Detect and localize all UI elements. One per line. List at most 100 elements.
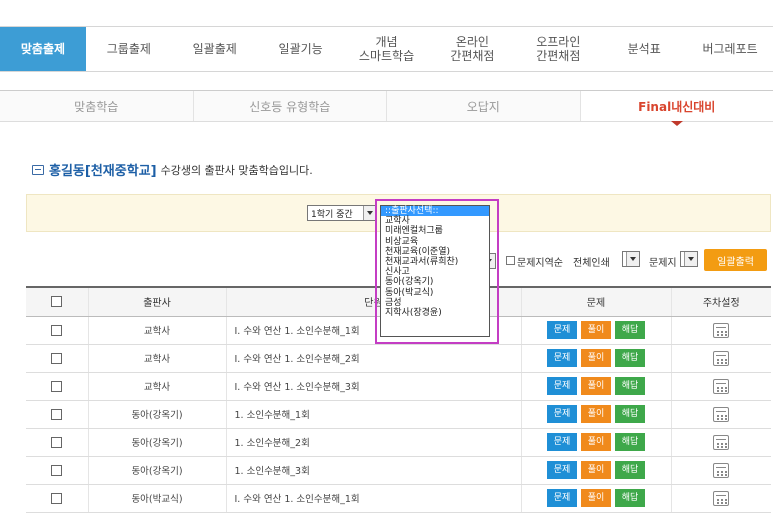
row-actions: 문제 풀이 해답 — [520, 484, 671, 513]
top-menu-item-bug-report[interactable]: 버그레포트 — [687, 27, 773, 71]
tab-custom-study[interactable]: 맞춤학습 — [0, 91, 194, 121]
row-publisher: 교학사 — [87, 372, 226, 401]
row-checkbox[interactable] — [51, 324, 63, 336]
paper-type-select[interactable] — [680, 251, 698, 267]
solve-button[interactable]: 풀이 — [581, 489, 611, 507]
row-unit: 1. 소인수분해_3회 — [225, 456, 521, 485]
bulk-print-button[interactable]: 일괄출력 — [704, 249, 767, 271]
top-menu-item-analysis[interactable]: 분석표 — [601, 27, 687, 71]
print-mode-select[interactable] — [622, 251, 640, 267]
row-checkbox[interactable] — [51, 464, 63, 476]
answer-button[interactable]: 해답 — [615, 405, 645, 423]
row-publisher: 교학사 — [87, 344, 226, 373]
term-select[interactable]: 1학기 중간 — [307, 205, 377, 221]
solve-button[interactable]: 풀이 — [581, 433, 611, 451]
answer-button[interactable]: 해답 — [615, 377, 645, 395]
problem-button[interactable]: 문제 — [547, 349, 577, 367]
calendar-icon[interactable] — [713, 350, 730, 366]
publisher-option[interactable]: 미래엔컬처그룹 — [381, 226, 489, 236]
header-publisher: 출판사 — [87, 286, 226, 317]
row-unit: Ⅰ. 수와 연산 1. 소인수분해_2회 — [225, 344, 521, 373]
top-menu-item-custom[interactable]: 맞춤출제 — [0, 27, 86, 71]
publisher-option[interactable]: ::출판사선택:: — [381, 206, 489, 217]
tab-wrong-answers[interactable]: 오답지 — [387, 91, 581, 121]
paper-type-value: 문제지 — [649, 258, 677, 269]
problem-button[interactable]: 문제 — [547, 433, 577, 451]
solve-button[interactable]: 풀이 — [581, 461, 611, 479]
select-all-checkbox[interactable] — [51, 296, 63, 307]
chevron-down-icon — [363, 206, 376, 220]
problem-button[interactable]: 문제 — [547, 461, 577, 479]
row-settings — [670, 400, 771, 429]
answer-button[interactable]: 해답 — [615, 433, 645, 451]
header-problem: 문제 — [520, 286, 671, 317]
row-select-cell — [26, 428, 88, 457]
row-checkbox[interactable] — [51, 408, 63, 420]
row-actions: 문제 풀이 해답 — [520, 428, 671, 457]
problem-button[interactable]: 문제 — [547, 321, 577, 339]
top-menu-item-online-grading[interactable]: 온라인 간편채점 — [429, 27, 515, 71]
tab-final-exam-prep[interactable]: Final내신대비 — [580, 91, 773, 126]
top-menu-item-batch-function[interactable]: 일괄기능 — [258, 27, 344, 71]
publisher-option[interactable]: 금성 — [381, 298, 489, 308]
row-actions: 문제 풀이 해답 — [520, 400, 671, 429]
table-row: 동아(강옥기) 1. 소인수분해_2회 문제 풀이 해답 — [26, 428, 771, 457]
publisher-option[interactable]: 천재교육(이준열) — [381, 247, 489, 257]
top-menu-item-concept-smart[interactable]: 개념 스마트학습 — [344, 27, 430, 71]
top-menu-item-batch[interactable]: 일괄출제 — [172, 27, 258, 71]
answer-button[interactable]: 해답 — [615, 489, 645, 507]
solve-button[interactable]: 풀이 — [581, 349, 611, 367]
row-checkbox[interactable] — [51, 380, 63, 392]
row-settings — [670, 372, 771, 401]
top-menu-item-offline-grading[interactable]: 오프라인 간편채점 — [515, 27, 601, 71]
row-actions: 문제 풀이 해답 — [520, 344, 671, 373]
answer-button[interactable]: 해답 — [615, 321, 645, 339]
table-row: 동아(박교식) Ⅰ. 수와 연산 1. 소인수분해_1회 문제 풀이 해답 — [26, 484, 771, 513]
calendar-icon[interactable] — [713, 490, 730, 506]
reverse-order-checkbox[interactable] — [506, 256, 515, 265]
publisher-option[interactable]: 천재교과서(류희찬) — [381, 257, 489, 267]
calendar-icon[interactable] — [713, 406, 730, 422]
row-unit: Ⅰ. 수와 연산 1. 소인수분해_1회 — [225, 484, 521, 513]
problem-button[interactable]: 문제 — [547, 405, 577, 423]
publisher-dropdown-list[interactable]: ::출판사선택:: 교학사 미래엔컬처그룹 비상교육 천재교육(이준열) 천재교과서(류희… — [380, 205, 490, 337]
select-all-cell — [26, 286, 88, 317]
row-unit: 1. 소인수분해_2회 — [225, 428, 521, 457]
row-checkbox[interactable] — [51, 352, 63, 364]
row-checkbox[interactable] — [51, 492, 63, 504]
student-name: 홍길동[천재중학교] — [49, 164, 157, 179]
publisher-option[interactable]: 교학사 — [381, 216, 489, 226]
publisher-option[interactable]: 동아(강옥기) — [381, 277, 489, 287]
print-mode-value: 전체인쇄 — [573, 258, 610, 269]
problem-button[interactable]: 문제 — [547, 377, 577, 395]
publisher-option[interactable]: 신사고 — [381, 267, 489, 277]
row-checkbox[interactable] — [51, 436, 63, 448]
table-body: 교학사 Ⅰ. 수와 연산 1. 소인수분해_1회 문제 풀이 해답 교학사 Ⅰ. 수와 연산… — [26, 316, 771, 513]
publisher-option[interactable]: 비상교육 — [381, 237, 489, 247]
row-select-cell — [26, 344, 88, 373]
calendar-icon[interactable] — [713, 322, 730, 338]
problem-button[interactable]: 문제 — [547, 489, 577, 507]
publisher-option[interactable]: 동아(박교식) — [381, 288, 489, 298]
reverse-order-label: 문제지역순 — [517, 258, 563, 269]
tab-traffic-light-study[interactable]: 신호등 유형학습 — [194, 91, 387, 121]
table-row: 동아(강옥기) 1. 소인수분해_1회 문제 풀이 해답 — [26, 400, 771, 429]
answer-button[interactable]: 해답 — [615, 461, 645, 479]
row-publisher: 동아(강옥기) — [87, 400, 226, 429]
sub-tabs: 맞춤학습 신호등 유형학습 오답지 Final내신대비 — [0, 90, 773, 126]
solve-button[interactable]: 풀이 — [581, 321, 611, 339]
top-menu-item-group[interactable]: 그룹출제 — [86, 27, 172, 71]
row-unit: 1. 소인수분해_1회 — [225, 400, 521, 429]
calendar-icon[interactable] — [713, 434, 730, 450]
table-row: 동아(강옥기) 1. 소인수분해_3회 문제 풀이 해답 — [26, 456, 771, 485]
row-unit: Ⅰ. 수와 연산 1. 소인수분해_3회 — [225, 372, 521, 401]
solve-button[interactable]: 풀이 — [581, 405, 611, 423]
publisher-option[interactable]: 지학사(장경윤) — [381, 308, 489, 318]
calendar-icon[interactable] — [713, 378, 730, 394]
answer-button[interactable]: 해답 — [615, 349, 645, 367]
intro-line: 홍길동[천재중학교] 수강생의 출판사 맞춤학습입니다. — [32, 160, 313, 179]
calendar-icon[interactable] — [713, 462, 730, 478]
row-settings — [670, 428, 771, 457]
row-actions: 문제 풀이 해답 — [520, 372, 671, 401]
solve-button[interactable]: 풀이 — [581, 377, 611, 395]
